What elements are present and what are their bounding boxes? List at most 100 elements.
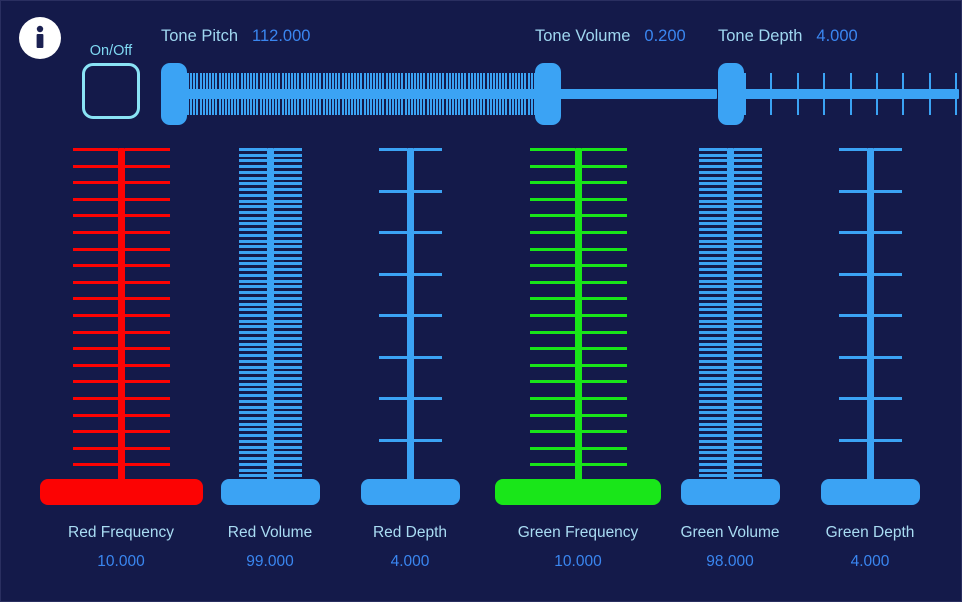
red-volume-tick [273,210,302,214]
green-volume-thumb[interactable] [680,479,780,505]
tone-pitch-tick [275,99,278,115]
tone-depth-thumb[interactable] [718,63,744,125]
green-frequency-tick [529,463,575,467]
green-depth-tick [873,397,902,400]
green-depth-tick [838,272,867,276]
green-depth-caption: Green Depth 4.000 [770,523,962,572]
tone-pitch-tick [502,73,505,89]
tone-depth-tick [928,99,931,115]
tone-pitch-tick [209,73,212,89]
tone-pitch-tick [338,99,341,115]
green-frequency-tick [529,430,575,434]
green-volume-tick [698,451,727,455]
tone-pitch-tick [395,99,398,115]
green-volume-tick [733,399,762,403]
tone-pitch-tick [360,99,363,115]
tone-volume-track-area[interactable] [535,63,717,125]
tone-pitch-tick [341,99,344,115]
green-frequency-tick [581,197,627,201]
tone-pitch-tick [231,99,234,115]
tone-pitch-tick [215,99,218,115]
red-frequency-stem[interactable] [117,148,125,484]
tone-pitch-tick [417,99,420,115]
tone-pitch-tick [193,99,196,115]
tone-pitch-tick [303,73,306,89]
red-depth-stem[interactable] [406,148,414,484]
tone-depth-track-area[interactable] [718,63,959,125]
tone-volume-track[interactable] [535,89,717,99]
green-depth-thumb[interactable] [820,479,920,505]
tone-pitch-tick [514,99,517,115]
green-volume-tick [698,256,727,260]
red-volume-tick [273,434,302,438]
tone-depth-tick [796,73,799,89]
green-frequency-tick [529,164,575,168]
tone-pitch-tick [527,99,530,115]
tone-pitch-tick [278,99,281,115]
red-volume-stem[interactable] [266,148,274,484]
green-volume-tick [733,233,762,237]
tone-pitch-tick [458,73,461,89]
tone-pitch-tick [508,99,511,115]
tone-depth-tick [770,73,773,89]
tone-pitch-tick [420,73,423,89]
green-volume-tick [733,216,762,220]
green-frequency-tick [529,347,575,351]
red-volume-tick [273,388,302,392]
red-depth-tick [413,148,442,151]
green-volume-tick [733,439,762,443]
onoff-checkbox[interactable] [82,63,140,119]
green-volume-tick [733,228,762,232]
tone-volume-thumb[interactable] [535,63,561,125]
info-icon[interactable] [19,17,61,59]
tone-depth-tick [875,73,878,89]
red-frequency-thumb[interactable] [39,479,203,505]
tone-pitch-tick [246,99,249,115]
green-frequency-thumb[interactable] [495,479,661,505]
red-depth-thumb[interactable] [360,479,460,505]
tone-volume-value: 0.200 [644,27,686,45]
red-depth-tick [378,355,407,359]
tone-pitch-tick [212,73,215,89]
red-depth-tick [378,272,407,276]
tone-pitch-tick [436,99,439,115]
tone-depth-label: Tone Depth [718,27,803,45]
tone-pitch-tick [423,99,426,115]
tone-pitch-tick [470,99,473,115]
tone-pitch-tick [265,73,268,89]
tone-pitch-tick [325,99,328,115]
green-volume-tick [698,159,727,163]
tone-pitch-tick [350,73,353,89]
red-volume-tick [238,371,267,375]
green-volume-tick [733,451,762,455]
green-volume-stem[interactable] [726,148,734,484]
green-volume-tick [733,245,762,249]
tone-pitch-track-area[interactable] [161,63,541,125]
red-frequency-tick [72,297,118,301]
red-frequency-tick [72,446,118,450]
tone-pitch-thumb[interactable] [161,63,187,125]
red-volume-tick [238,148,267,151]
green-volume-tick [698,233,727,237]
slider-green-depth[interactable] [770,141,962,505]
green-volume-tick [698,245,727,249]
tone-pitch-tick [521,99,524,115]
tone-pitch-tick [483,73,486,89]
tone-depth-track[interactable] [718,89,959,99]
red-frequency-tick [124,197,170,201]
green-volume-tick [698,434,727,438]
red-volume-thumb[interactable] [220,479,320,505]
tone-pitch-tick [373,99,376,115]
tone-pitch-tick [218,73,221,89]
green-volume-tick [698,291,727,295]
red-volume-tick [273,216,302,220]
green-volume-tick [733,314,762,317]
tone-pitch-tick [262,99,265,115]
green-frequency-stem[interactable] [574,148,582,484]
tone-pitch-tick [439,99,442,115]
green-depth-stem[interactable] [866,148,874,484]
green-volume-tick [733,176,762,180]
tone-pitch-track[interactable] [161,89,541,99]
green-volume-tick [698,296,727,300]
green-volume-tick [698,371,727,375]
